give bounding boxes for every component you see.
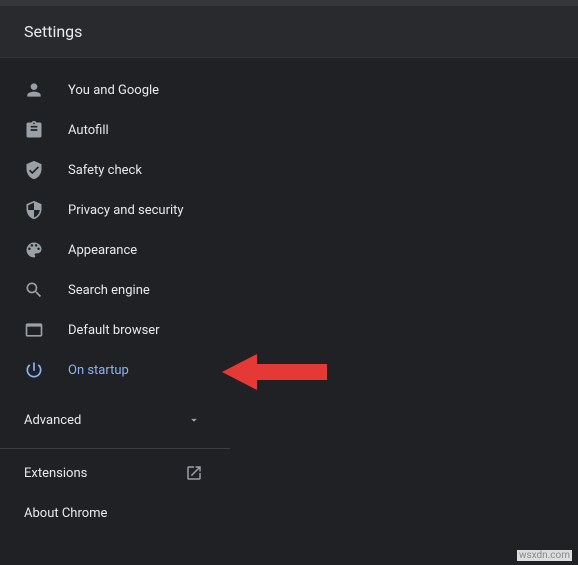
shield-icon — [24, 200, 44, 220]
nav-item-safety-check[interactable]: Safety check — [0, 150, 578, 190]
about-chrome-label: About Chrome — [24, 506, 107, 521]
advanced-label: Advanced — [24, 413, 81, 428]
external-link-icon — [184, 463, 204, 483]
nav-item-default-browser[interactable]: Default browser — [0, 310, 578, 350]
clipboard-icon — [24, 120, 44, 140]
extensions-label: Extensions — [24, 466, 87, 481]
nav-item-autofill[interactable]: Autofill — [0, 110, 578, 150]
settings-header: Settings — [0, 6, 578, 58]
nav-item-you-and-google[interactable]: You and Google — [0, 70, 578, 110]
shield-check-icon — [24, 160, 44, 180]
power-icon — [24, 360, 44, 380]
settings-nav: You and Google Autofill Safety check Pri… — [0, 58, 578, 390]
divider — [0, 448, 230, 449]
search-icon — [24, 280, 44, 300]
nav-item-on-startup[interactable]: On startup — [0, 350, 578, 390]
nav-label: On startup — [68, 363, 129, 378]
nav-label: Default browser — [68, 323, 160, 338]
nav-label: Safety check — [68, 163, 142, 178]
browser-icon — [24, 320, 44, 340]
nav-item-extensions[interactable]: Extensions — [0, 453, 578, 493]
person-icon — [24, 80, 44, 100]
nav-label: Appearance — [68, 243, 137, 258]
palette-icon — [24, 240, 44, 260]
page-title: Settings — [24, 22, 554, 41]
nav-label: Privacy and security — [68, 203, 184, 218]
nav-item-about-chrome[interactable]: About Chrome — [0, 493, 578, 533]
nav-item-appearance[interactable]: Appearance — [0, 230, 578, 270]
nav-label: Search engine — [68, 283, 150, 298]
nav-item-privacy-security[interactable]: Privacy and security — [0, 190, 578, 230]
advanced-toggle[interactable]: Advanced — [0, 396, 578, 444]
chevron-down-icon — [184, 410, 204, 430]
nav-item-search-engine[interactable]: Search engine — [0, 270, 578, 310]
nav-label: Autofill — [68, 123, 109, 138]
nav-label: You and Google — [68, 83, 159, 98]
watermark: wsxdn.com — [517, 550, 572, 561]
